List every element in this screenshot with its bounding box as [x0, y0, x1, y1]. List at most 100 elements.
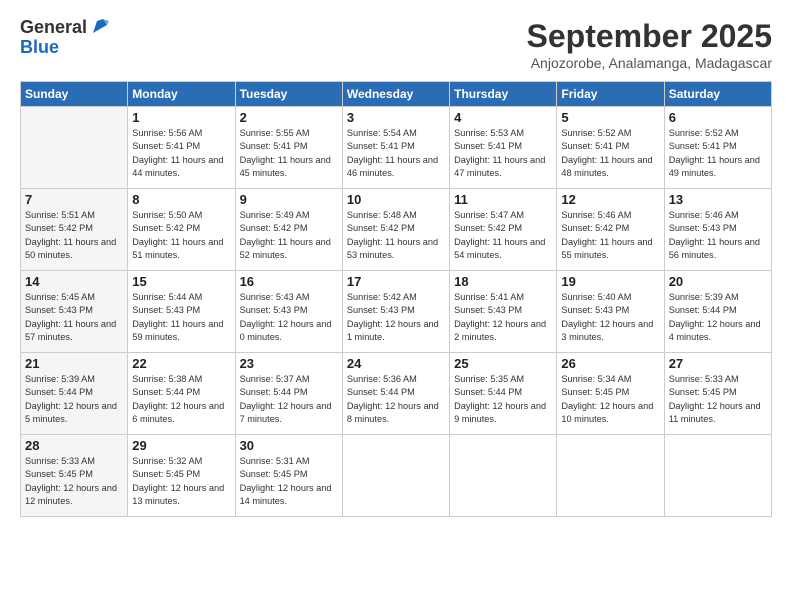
day-info: Sunrise: 5:37 AM Sunset: 5:44 PM Dayligh… [240, 373, 338, 426]
table-row: 8 Sunrise: 5:50 AM Sunset: 5:42 PM Daylig… [128, 189, 235, 271]
header-friday: Friday [557, 82, 664, 107]
day-info: Sunrise: 5:43 AM Sunset: 5:43 PM Dayligh… [240, 291, 338, 344]
day-number: 30 [240, 438, 338, 453]
table-row: 6Sunrise: 5:52 AM Sunset: 5:41 PM Daylig… [664, 107, 771, 189]
table-row: 10 Sunrise: 5:48 AM Sunset: 5:42 PM Dayli… [342, 189, 449, 271]
day-info: Sunrise: 5:49 AM Sunset: 5:42 PM Dayligh… [240, 209, 338, 262]
day-info: Sunrise: 5:39 AM Sunset: 5:44 PM Dayligh… [25, 373, 123, 426]
day-number: 8 [132, 192, 230, 207]
table-row: 14 Sunrise: 5:45 AM Sunset: 5:43 PM Dayli… [21, 271, 128, 353]
table-row: 11 Sunrise: 5:47 AM Sunset: 5:42 PM Dayli… [450, 189, 557, 271]
day-info: Sunrise: 5:36 AM Sunset: 5:44 PM Dayligh… [347, 373, 445, 426]
table-row [21, 107, 128, 189]
day-number: 5 [561, 110, 659, 125]
day-number: 4 [454, 110, 552, 125]
day-info: Sunrise: 5:33 AM Sunset: 5:45 PM Dayligh… [669, 373, 767, 426]
table-row: 26 Sunrise: 5:34 AM Sunset: 5:45 PM Dayli… [557, 353, 664, 435]
table-row: 16 Sunrise: 5:43 AM Sunset: 5:43 PM Dayli… [235, 271, 342, 353]
day-info: Sunrise: 5:44 AM Sunset: 5:43 PM Dayligh… [132, 291, 230, 344]
header-saturday: Saturday [664, 82, 771, 107]
day-info: Sunrise: 5:48 AM Sunset: 5:42 PM Dayligh… [347, 209, 445, 262]
day-number: 19 [561, 274, 659, 289]
day-info: Sunrise: 5:46 AM Sunset: 5:43 PM Dayligh… [669, 209, 767, 262]
table-row: 1 Sunrise: 5:56 AM Sunset: 5:41 PM Daylig… [128, 107, 235, 189]
day-number: 23 [240, 356, 338, 371]
calendar: Sunday Monday Tuesday Wednesday Thursday… [20, 81, 772, 517]
day-number: 25 [454, 356, 552, 371]
header-sunday: Sunday [21, 82, 128, 107]
day-number: 27 [669, 356, 767, 371]
page: General Blue September 2025 Anjozorobe, … [0, 0, 792, 612]
day-number: 17 [347, 274, 445, 289]
day-info: Sunrise: 5:42 AM Sunset: 5:43 PM Dayligh… [347, 291, 445, 344]
table-row: 17 Sunrise: 5:42 AM Sunset: 5:43 PM Dayli… [342, 271, 449, 353]
day-number: 18 [454, 274, 552, 289]
logo-text: General Blue [20, 18, 111, 58]
header: General Blue September 2025 Anjozorobe, … [20, 18, 772, 71]
day-info: Sunrise: 5:41 AM Sunset: 5:43 PM Dayligh… [454, 291, 552, 344]
day-number: 6 [669, 110, 767, 125]
day-info: Sunrise: 5:52 AM Sunset: 5:41 PM Dayligh… [561, 127, 659, 180]
day-number: 1 [132, 110, 230, 125]
day-number: 10 [347, 192, 445, 207]
day-number: 15 [132, 274, 230, 289]
calendar-header-row: Sunday Monday Tuesday Wednesday Thursday… [21, 82, 772, 107]
day-number: 20 [669, 274, 767, 289]
header-tuesday: Tuesday [235, 82, 342, 107]
table-row: 3Sunrise: 5:54 AM Sunset: 5:41 PM Daylig… [342, 107, 449, 189]
table-row: 30 Sunrise: 5:31 AM Sunset: 5:45 PM Dayli… [235, 435, 342, 517]
day-number: 26 [561, 356, 659, 371]
day-number: 12 [561, 192, 659, 207]
table-row: 4 Sunrise: 5:53 AM Sunset: 5:41 PM Daylig… [450, 107, 557, 189]
day-info: Sunrise: 5:45 AM Sunset: 5:43 PM Dayligh… [25, 291, 123, 344]
table-row: 2Sunrise: 5:55 AM Sunset: 5:41 PM Daylig… [235, 107, 342, 189]
logo-icon [89, 15, 111, 37]
table-row: 28Sunrise: 5:33 AM Sunset: 5:45 PM Dayli… [21, 435, 128, 517]
day-number: 7 [25, 192, 123, 207]
table-row [450, 435, 557, 517]
logo: General Blue [20, 18, 111, 58]
subtitle: Anjozorobe, Analamanga, Madagascar [527, 55, 772, 71]
day-number: 11 [454, 192, 552, 207]
day-number: 24 [347, 356, 445, 371]
day-info: Sunrise: 5:34 AM Sunset: 5:45 PM Dayligh… [561, 373, 659, 426]
day-info: Sunrise: 5:40 AM Sunset: 5:43 PM Dayligh… [561, 291, 659, 344]
table-row: 15 Sunrise: 5:44 AM Sunset: 5:43 PM Dayli… [128, 271, 235, 353]
day-info: Sunrise: 5:51 AM Sunset: 5:42 PM Dayligh… [25, 209, 123, 262]
table-row: 29 Sunrise: 5:32 AM Sunset: 5:45 PM Dayli… [128, 435, 235, 517]
day-info: Sunrise: 5:33 AM Sunset: 5:45 PM Dayligh… [25, 455, 123, 508]
table-row: 18 Sunrise: 5:41 AM Sunset: 5:43 PM Dayli… [450, 271, 557, 353]
day-info: Sunrise: 5:50 AM Sunset: 5:42 PM Dayligh… [132, 209, 230, 262]
logo-general: General [20, 18, 87, 38]
day-number: 3 [347, 110, 445, 125]
logo-blue: Blue [20, 38, 111, 58]
day-info: Sunrise: 5:35 AM Sunset: 5:44 PM Dayligh… [454, 373, 552, 426]
day-info: Sunrise: 5:32 AM Sunset: 5:45 PM Dayligh… [132, 455, 230, 508]
header-wednesday: Wednesday [342, 82, 449, 107]
day-number: 16 [240, 274, 338, 289]
header-monday: Monday [128, 82, 235, 107]
table-row: 27 Sunrise: 5:33 AM Sunset: 5:45 PM Dayli… [664, 353, 771, 435]
day-info: Sunrise: 5:53 AM Sunset: 5:41 PM Dayligh… [454, 127, 552, 180]
table-row: 25 Sunrise: 5:35 AM Sunset: 5:44 PM Dayli… [450, 353, 557, 435]
table-row: 13 Sunrise: 5:46 AM Sunset: 5:43 PM Dayli… [664, 189, 771, 271]
day-info: Sunrise: 5:56 AM Sunset: 5:41 PM Dayligh… [132, 127, 230, 180]
table-row: 20 Sunrise: 5:39 AM Sunset: 5:44 PM Dayli… [664, 271, 771, 353]
table-row: 24 Sunrise: 5:36 AM Sunset: 5:44 PM Dayli… [342, 353, 449, 435]
day-number: 14 [25, 274, 123, 289]
day-number: 13 [669, 192, 767, 207]
table-row [664, 435, 771, 517]
day-info: Sunrise: 5:47 AM Sunset: 5:42 PM Dayligh… [454, 209, 552, 262]
table-row: 7 Sunrise: 5:51 AM Sunset: 5:42 PM Daylig… [21, 189, 128, 271]
day-info: Sunrise: 5:39 AM Sunset: 5:44 PM Dayligh… [669, 291, 767, 344]
day-number: 22 [132, 356, 230, 371]
table-row: 9Sunrise: 5:49 AM Sunset: 5:42 PM Daylig… [235, 189, 342, 271]
table-row [342, 435, 449, 517]
day-info: Sunrise: 5:38 AM Sunset: 5:44 PM Dayligh… [132, 373, 230, 426]
table-row: 22 Sunrise: 5:38 AM Sunset: 5:44 PM Dayli… [128, 353, 235, 435]
table-row [557, 435, 664, 517]
day-number: 29 [132, 438, 230, 453]
day-info: Sunrise: 5:31 AM Sunset: 5:45 PM Dayligh… [240, 455, 338, 508]
table-row: 19 Sunrise: 5:40 AM Sunset: 5:43 PM Dayli… [557, 271, 664, 353]
header-thursday: Thursday [450, 82, 557, 107]
